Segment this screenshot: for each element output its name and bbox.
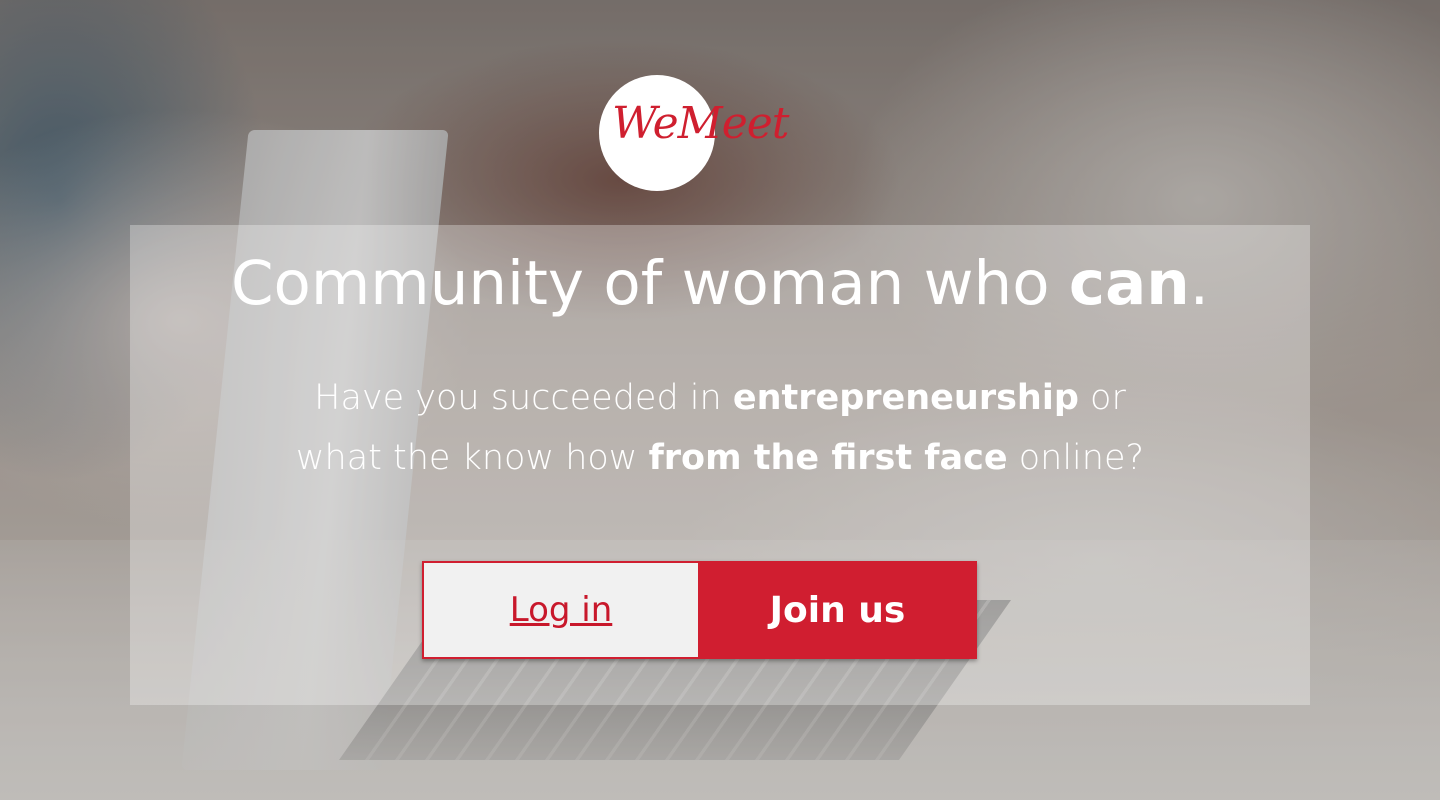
subtitle-text: online? xyxy=(1007,438,1145,478)
subtitle-line-2: what the know how from the first face on… xyxy=(0,428,1440,488)
brand-logo: WeMeet xyxy=(612,98,789,149)
landing-page: WeMeet Community of woman who can. Have … xyxy=(0,0,1440,800)
login-button[interactable]: Log in xyxy=(422,561,698,659)
headline-text: Community of woman who xyxy=(230,248,1069,319)
subtitle-text: what the know how xyxy=(295,438,649,478)
auth-button-group: Log in Join us xyxy=(422,561,977,659)
headline-period: . xyxy=(1189,248,1210,319)
headline-emphasis: can xyxy=(1068,248,1190,319)
subtitle-text: or xyxy=(1078,378,1126,418)
subtitle-emphasis: from the first face xyxy=(648,438,1008,478)
subtitle-emphasis: entrepreneurship xyxy=(732,378,1079,418)
hero-subtitle: Have you succeeded in entrepreneurship o… xyxy=(0,368,1440,488)
join-us-button[interactable]: Join us xyxy=(698,561,977,659)
subtitle-line-1: Have you succeeded in entrepreneurship o… xyxy=(0,368,1440,428)
subtitle-text: Have you succeeded in xyxy=(314,378,733,418)
hero-headline: Community of woman who can. xyxy=(0,250,1440,318)
